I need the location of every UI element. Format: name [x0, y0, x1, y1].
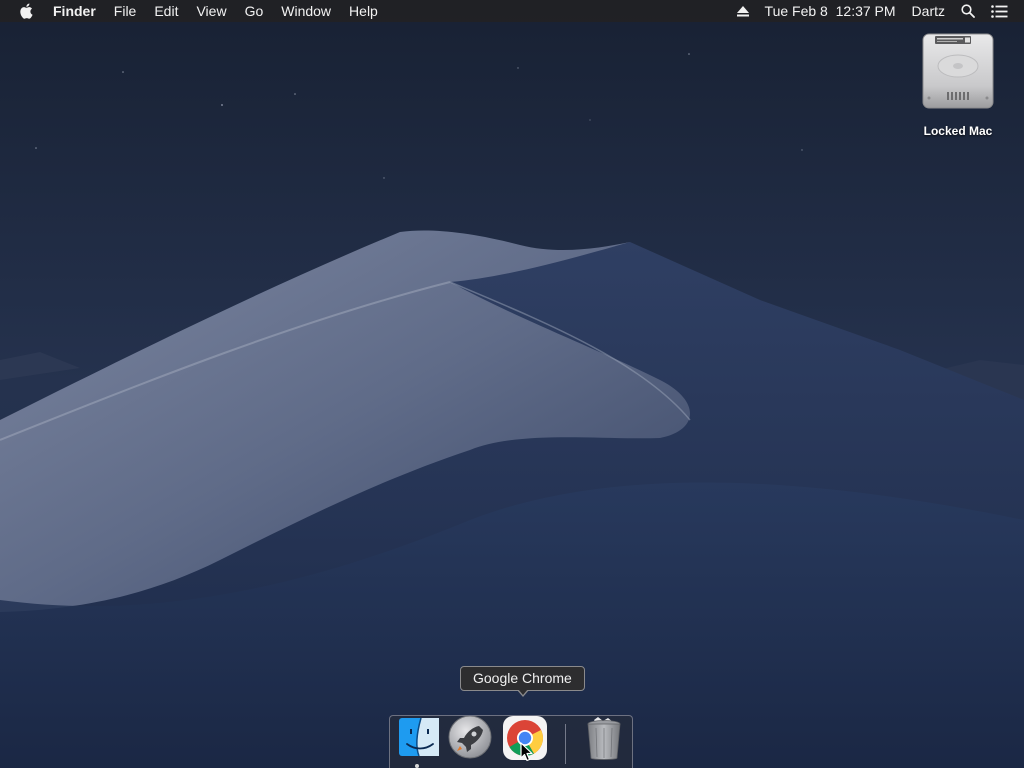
menu-bar: Finder File Edit View Go Window Help Tue…	[0, 0, 1024, 22]
spotlight-search-icon[interactable]	[953, 4, 983, 18]
eject-icon[interactable]	[729, 5, 757, 17]
desktop-disk-locked-mac[interactable]: Locked Mac	[908, 32, 1008, 138]
menu-go[interactable]: Go	[236, 0, 273, 22]
menu-view[interactable]: View	[187, 0, 235, 22]
menu-help[interactable]: Help	[340, 0, 387, 22]
user-menu[interactable]: Dartz	[904, 0, 953, 22]
menu-bar-left: Finder File Edit View Go Window Help	[18, 0, 387, 22]
mouse-cursor-icon	[520, 742, 533, 762]
dock-item-finder[interactable]	[395, 716, 443, 764]
dock-item-trash[interactable]	[580, 716, 628, 764]
disk-label: Locked Mac	[923, 124, 993, 138]
menu-app-finder[interactable]: Finder	[44, 0, 105, 22]
wallpaper	[0, 0, 1024, 768]
launchpad-rocket-icon	[448, 715, 492, 759]
apple-logo-icon[interactable]	[18, 0, 34, 22]
tooltip-arrow-inner	[518, 689, 528, 695]
hard-drive-icon	[922, 33, 994, 109]
menu-window[interactable]: Window	[272, 0, 340, 22]
trash-icon	[587, 717, 621, 760]
finder-icon	[399, 717, 439, 757]
notification-center-icon[interactable]	[983, 4, 1016, 18]
menu-edit[interactable]: Edit	[145, 0, 187, 22]
menu-file[interactable]: File	[105, 0, 146, 22]
dock	[389, 715, 633, 768]
clock[interactable]: Tue Feb 8 12:37 PM	[757, 0, 904, 22]
finder-running-indicator	[415, 764, 419, 768]
dock-tooltip: Google Chrome	[460, 666, 585, 691]
menu-bar-right: Tue Feb 8 12:37 PM Dartz	[729, 0, 1016, 22]
desktop[interactable]: Finder File Edit View Go Window Help Tue…	[0, 0, 1024, 768]
dock-item-launchpad[interactable]	[446, 715, 494, 764]
dock-separator	[565, 724, 566, 764]
